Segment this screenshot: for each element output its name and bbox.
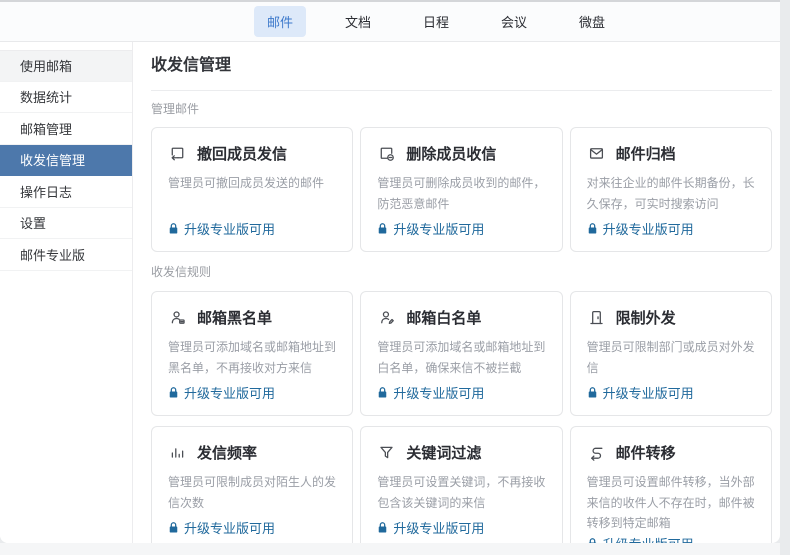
mail-remove-icon	[377, 144, 396, 163]
card-mail-archive[interactable]: 邮件归档 对来往企业的邮件长期备份，长久保存，可实时搜索访问 升级专业版可用	[570, 127, 772, 252]
card-header: 邮箱黑名单	[168, 307, 336, 328]
card-recall-sent-mail[interactable]: 撤回成员发信 管理员可撤回成员发送的邮件 升级专业版可用	[151, 127, 353, 252]
card-header: 邮件转移	[587, 442, 755, 463]
card-keyword-filter[interactable]: 关键词过滤 管理员可设置关键词，不再接收包含该关键词的来信 升级专业版可用	[360, 426, 562, 543]
upgrade-pro-label: 升级专业版可用	[393, 518, 484, 537]
card-delete-received-mail[interactable]: 删除成员收信 管理员可删除成员收到的邮件，防范恶意邮件 升级专业版可用	[360, 127, 562, 252]
card-title: 邮件转移	[616, 442, 676, 463]
lock-icon	[377, 222, 388, 235]
body-row: 使用邮箱 数据统计 邮箱管理 收发信管理 操作日志 设置 邮件专业版 收发信管理…	[0, 42, 780, 543]
sidebar-item-use-mailbox[interactable]: 使用邮箱	[0, 50, 132, 82]
card-header: 邮箱白名单	[377, 307, 545, 328]
upgrade-pro-label: 升级专业版可用	[393, 219, 484, 238]
tab-mail[interactable]: 邮件	[254, 6, 306, 37]
card-send-frequency[interactable]: 发信频率 管理员可限制成员对陌生人的发信次数 升级专业版可用	[151, 426, 353, 543]
card-title: 邮箱白名单	[406, 307, 481, 328]
card-mail-transfer[interactable]: 邮件转移 管理员可设置邮件转移，当外部来信的收件人不存在时，邮件被转移到特定邮箱…	[570, 426, 772, 543]
card-description: 管理员可添加域名或邮箱地址到白名单，确保来信不被拦截	[377, 337, 545, 378]
card-description: 管理员可删除成员收到的邮件，防范恶意邮件	[377, 173, 545, 214]
tab-schedule[interactable]: 日程	[410, 6, 462, 37]
page-bottom-gutter	[0, 543, 780, 555]
user-whitelist-icon	[377, 308, 396, 327]
sidebar-item-mail-pro[interactable]: 邮件专业版	[0, 239, 132, 271]
sidebar: 使用邮箱 数据统计 邮箱管理 收发信管理 操作日志 设置 邮件专业版	[0, 42, 133, 543]
filter-icon	[377, 443, 396, 462]
sidebar-item-settings[interactable]: 设置	[0, 208, 132, 240]
upgrade-pro-link[interactable]: 升级专业版可用	[587, 383, 755, 402]
lock-icon	[587, 222, 598, 235]
upgrade-pro-label: 升级专业版可用	[603, 383, 694, 402]
bar-chart-icon	[168, 443, 187, 462]
sidebar-item-send-receive-management[interactable]: 收发信管理	[0, 145, 132, 177]
card-title: 删除成员收信	[406, 143, 496, 164]
transfer-icon	[587, 443, 606, 462]
lock-icon	[587, 386, 598, 399]
mail-archive-icon	[587, 144, 606, 163]
upgrade-pro-link[interactable]: 升级专业版可用	[377, 518, 545, 537]
upgrade-pro-link[interactable]: 升级专业版可用	[377, 219, 545, 238]
upgrade-pro-label: 升级专业版可用	[603, 534, 694, 543]
section-label-send-receive-rules: 收发信规则	[151, 264, 772, 281]
upgrade-pro-link[interactable]: 升级专业版可用	[377, 383, 545, 402]
card-header: 撤回成员发信	[168, 143, 336, 164]
lock-icon	[168, 386, 179, 399]
upgrade-pro-label: 升级专业版可用	[603, 219, 694, 238]
card-description: 管理员可设置关键词，不再接收包含该关键词的来信	[377, 472, 545, 513]
lock-icon	[168, 222, 179, 235]
sidebar-item-data-statistics[interactable]: 数据统计	[0, 82, 132, 114]
upgrade-pro-link[interactable]: 升级专业版可用	[168, 383, 336, 402]
card-description: 管理员可撤回成员发送的邮件	[168, 173, 336, 194]
title-divider	[151, 90, 772, 91]
card-title: 邮件归档	[616, 143, 676, 164]
card-header: 关键词过滤	[377, 442, 545, 463]
manage-mail-cards: 撤回成员发信 管理员可撤回成员发送的邮件 升级专业版可用	[151, 127, 772, 252]
top-tabs: 邮件 文档 日程 会议 微盘	[46, 6, 780, 37]
upgrade-pro-link[interactable]: 升级专业版可用	[168, 518, 336, 537]
lock-icon	[377, 386, 388, 399]
app-window: 邮件 文档 日程 会议 微盘 使用邮箱 数据统计 邮箱管理 收发信管理 操作日志…	[0, 0, 780, 543]
page-title: 收发信管理	[151, 54, 772, 78]
lock-icon	[377, 521, 388, 534]
card-mail-blacklist[interactable]: 邮箱黑名单 管理员可添加域名或邮箱地址到黑名单，不再接收对方来信 升级专业版可用	[151, 291, 353, 416]
tab-docs[interactable]: 文档	[332, 6, 384, 37]
card-description: 管理员可限制成员对陌生人的发信次数	[168, 472, 336, 513]
card-title: 撤回成员发信	[197, 143, 287, 164]
tab-meeting[interactable]: 会议	[488, 6, 540, 37]
card-title: 发信频率	[197, 442, 257, 463]
card-title: 关键词过滤	[406, 442, 481, 463]
card-header: 删除成员收信	[377, 143, 545, 164]
upgrade-pro-link[interactable]: 升级专业版可用	[587, 534, 755, 543]
card-description: 管理员可设置邮件转移，当外部来信的收件人不存在时，邮件被转移到特定邮箱	[587, 472, 755, 534]
upgrade-pro-link[interactable]: 升级专业版可用	[168, 219, 336, 238]
card-title: 邮箱黑名单	[197, 307, 272, 328]
mail-recall-icon	[168, 144, 187, 163]
card-description: 管理员可限制部门或成员对外发信	[587, 337, 755, 378]
card-mail-whitelist[interactable]: 邮箱白名单 管理员可添加域名或邮箱地址到白名单，确保来信不被拦截 升级专业版可用	[360, 291, 562, 416]
card-header: 限制外发	[587, 307, 755, 328]
upgrade-pro-label: 升级专业版可用	[184, 518, 275, 537]
card-header: 发信频率	[168, 442, 336, 463]
card-title: 限制外发	[616, 307, 676, 328]
card-restrict-outgoing[interactable]: 限制外发 管理员可限制部门或成员对外发信 升级专业版可用	[570, 291, 772, 416]
top-navigation: 邮件 文档 日程 会议 微盘	[0, 2, 780, 42]
upgrade-pro-label: 升级专业版可用	[184, 383, 275, 402]
section-label-manage-mail: 管理邮件	[151, 101, 772, 118]
sidebar-item-mailbox-management[interactable]: 邮箱管理	[0, 113, 132, 145]
upgrade-pro-label: 升级专业版可用	[184, 219, 275, 238]
upgrade-pro-label: 升级专业版可用	[393, 383, 484, 402]
upgrade-pro-link[interactable]: 升级专业版可用	[587, 219, 755, 238]
tab-drive[interactable]: 微盘	[566, 6, 618, 37]
door-icon	[587, 308, 606, 327]
send-receive-rule-cards: 邮箱黑名单 管理员可添加域名或邮箱地址到黑名单，不再接收对方来信 升级专业版可用	[151, 291, 772, 543]
card-description: 对来往企业的邮件长期备份，长久保存，可实时搜索访问	[587, 173, 755, 214]
sidebar-item-operation-log[interactable]: 操作日志	[0, 176, 132, 208]
lock-icon	[168, 521, 179, 534]
main-content: 收发信管理 管理邮件 撤回成员发信 管理员可撤回成员发送的邮件	[133, 42, 780, 543]
card-description: 管理员可添加域名或邮箱地址到黑名单，不再接收对方来信	[168, 337, 336, 378]
user-blacklist-icon	[168, 308, 187, 327]
card-header: 邮件归档	[587, 143, 755, 164]
